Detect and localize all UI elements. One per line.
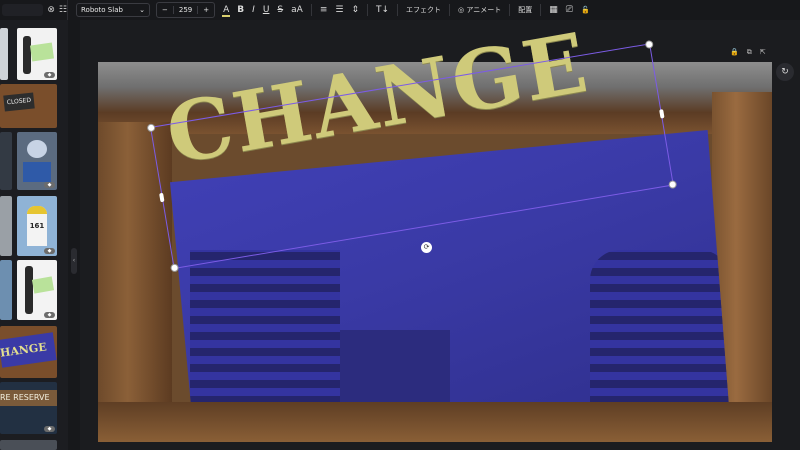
change-sign-label: HANGE: [0, 332, 57, 368]
thumbnail-change-sign[interactable]: HANGE: [0, 326, 57, 378]
position-button[interactable]: 配置: [518, 5, 532, 15]
export-page-icon[interactable]: ⇱: [760, 48, 766, 57]
vertical-text-button[interactable]: T↓: [376, 5, 389, 15]
thumbnail-businesswoman[interactable]: [0, 28, 8, 80]
text-color-button[interactable]: A: [222, 5, 231, 17]
premium-badge: ◆: [44, 72, 55, 78]
effects-button[interactable]: エフェクト: [406, 5, 441, 15]
sidebar-search-area: ⊗ ☷: [0, 0, 68, 20]
spacing-button[interactable]: ⇕: [351, 5, 359, 15]
duplicate-page-icon[interactable]: ⧉: [747, 48, 752, 57]
elements-panel: ◆ CLOSED ◆ 161 ◆ ◆ HANGE RE RESERVE ◆: [0, 20, 68, 450]
thumbnail-dark[interactable]: [0, 132, 12, 190]
thumbnail-badge-sign[interactable]: ◆: [17, 132, 57, 190]
refresh-icon[interactable]: ↻: [776, 63, 794, 81]
reflected-building: [190, 250, 340, 420]
transparency-icon[interactable]: ▦: [549, 5, 558, 15]
font-size-increase-button[interactable]: +: [198, 6, 214, 14]
toolbar-divider: [397, 4, 399, 16]
thumbnail-bottom[interactable]: [0, 440, 57, 450]
animate-icon: ◎: [458, 6, 465, 14]
reflected-building: [590, 250, 730, 420]
lock-icon[interactable]: 🔓: [581, 6, 590, 14]
rotate-handle-icon[interactable]: ⟳: [421, 242, 432, 253]
toolbar-divider: [509, 4, 511, 16]
paint-format-icon[interactable]: ⎚: [566, 5, 573, 15]
page-lock-icon[interactable]: 🔒: [730, 48, 739, 57]
thumbnail-milestone-sign[interactable]: 161 ◆: [17, 196, 57, 256]
milestone-number: 161: [29, 222, 45, 230]
filter-icon[interactable]: ☷: [59, 5, 67, 15]
font-size-control: − 259 +: [156, 2, 216, 18]
window-frame-bottom: [98, 402, 772, 442]
thumbnail-closed-sign[interactable]: CLOSED: [0, 84, 57, 128]
chevron-down-icon: ⌄: [139, 6, 145, 14]
premium-badge: ◆: [44, 426, 55, 432]
reserve-sign-label: RE RESERVE: [0, 390, 57, 406]
align-button[interactable]: ≡: [320, 5, 328, 15]
font-family-label: Roboto Slab: [81, 6, 123, 14]
toolbar-divider: [310, 4, 312, 16]
italic-button[interactable]: I: [252, 5, 255, 15]
toolbar-divider: [449, 4, 451, 16]
closed-sign-label: CLOSED: [3, 92, 35, 112]
font-family-dropdown[interactable]: Roboto Slab ⌄: [76, 3, 150, 17]
search-input[interactable]: [2, 4, 44, 16]
list-button[interactable]: ☰: [335, 5, 343, 15]
strikethrough-button[interactable]: S: [277, 5, 283, 15]
bold-button[interactable]: B: [237, 5, 244, 15]
font-size-input[interactable]: 259: [172, 6, 199, 14]
text-toolbar: ⊗ ☷ Roboto Slab ⌄ − 259 + A B I U S aA ≡…: [0, 0, 800, 20]
resize-handle-top-left[interactable]: [146, 123, 156, 133]
collapse-panel-handle[interactable]: ‹: [71, 248, 77, 274]
clear-search-icon[interactable]: ⊗: [47, 5, 55, 15]
toolbar-divider: [540, 4, 542, 16]
thumbnail-businesswoman-sign[interactable]: ◆: [17, 28, 57, 80]
premium-badge: ◆: [44, 312, 55, 318]
letter-case-button[interactable]: aA: [291, 5, 303, 15]
toolbar-divider: [366, 4, 368, 16]
thumbnail-blue[interactable]: [0, 260, 12, 320]
premium-badge: ◆: [44, 182, 55, 188]
font-size-decrease-button[interactable]: −: [157, 6, 173, 14]
underline-button[interactable]: U: [263, 5, 270, 15]
animate-label: アニメート: [466, 6, 502, 14]
premium-badge: ◆: [44, 248, 55, 254]
resize-handle-left[interactable]: [159, 192, 165, 203]
animate-button[interactable]: ◎ アニメート: [458, 5, 501, 15]
thumbnail-gray[interactable]: [0, 196, 12, 256]
page-actions: 🔒 ⧉ ⇱: [730, 48, 766, 57]
thumbnail-reserve-sign[interactable]: RE RESERVE ◆: [0, 382, 57, 434]
thumbnail-woman-sign[interactable]: ◆: [17, 260, 57, 320]
